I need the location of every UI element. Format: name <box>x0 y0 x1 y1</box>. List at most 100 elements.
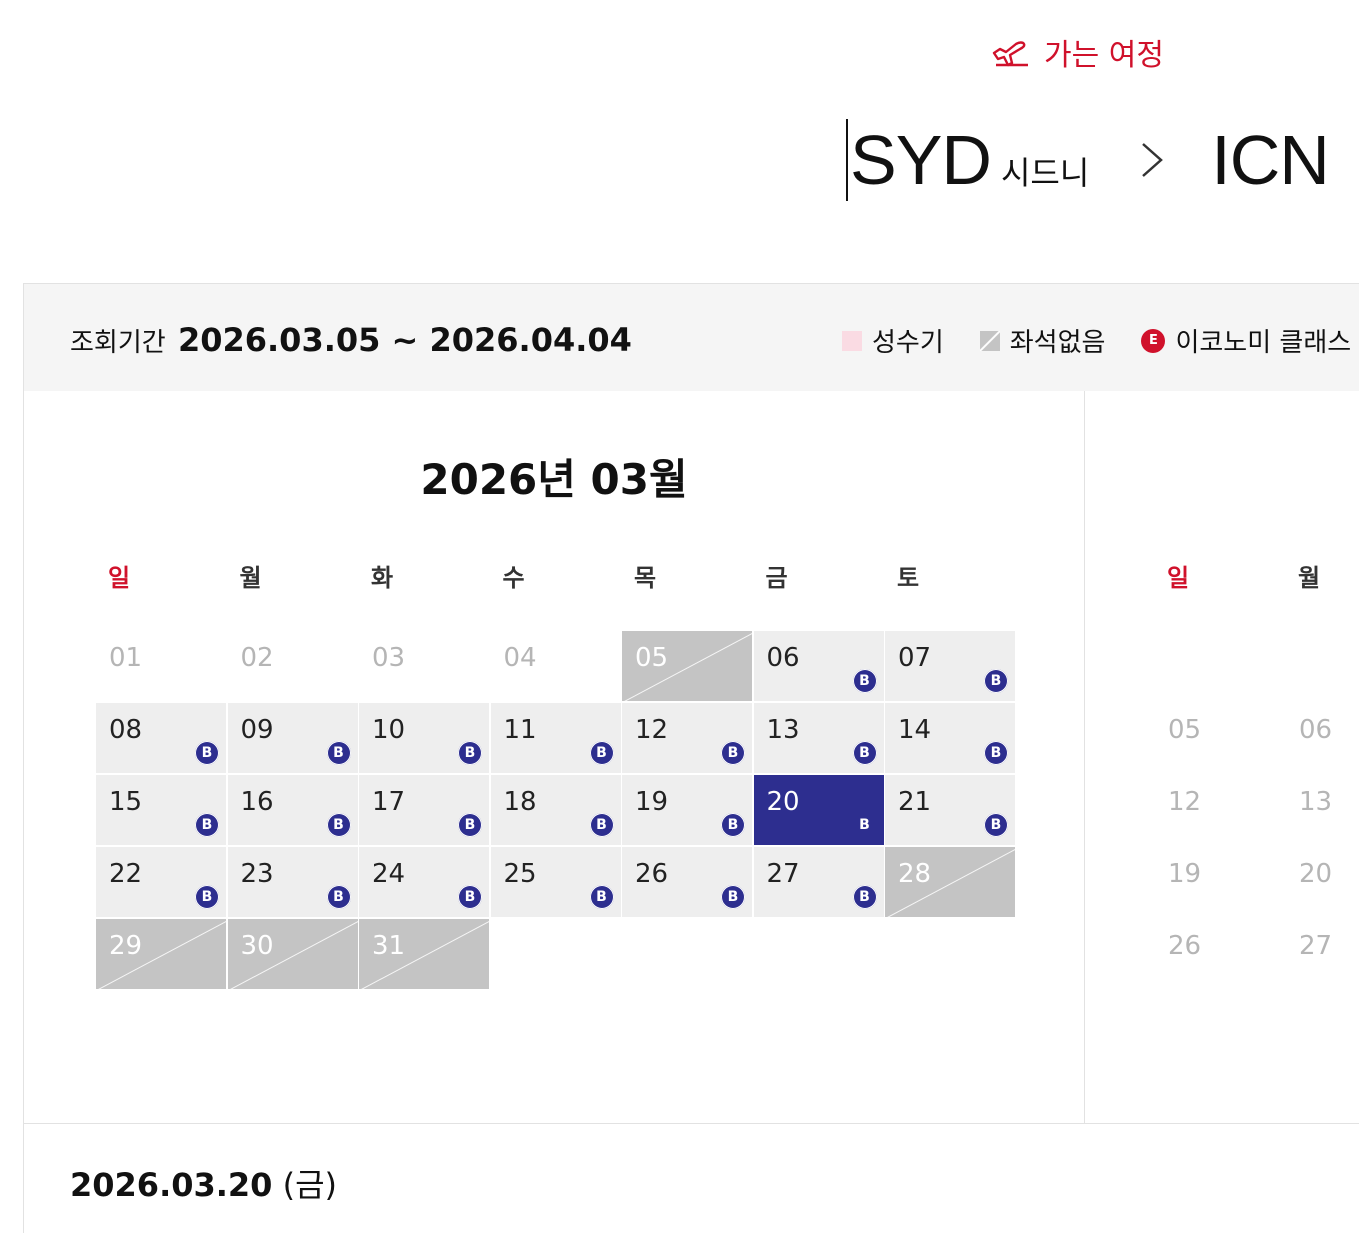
weekday-5: 금 <box>765 564 788 592</box>
legend-economy: E 이코노미 클래스 <box>1141 322 1351 359</box>
next-month-day-20: 20 <box>1299 859 1333 889</box>
calendar-day-09[interactable]: 09 B <box>227 703 358 773</box>
calendar-day-05: 05 <box>622 631 752 701</box>
next-month-day-26: 26 <box>1168 931 1202 961</box>
next-weekday-0: 일 <box>1167 564 1190 592</box>
calendar-day-06[interactable]: 06 B <box>753 631 884 701</box>
next-month-day-06: 06 <box>1299 715 1333 745</box>
weekday-1: 월 <box>239 564 262 592</box>
calendar-day-11[interactable]: 11 B <box>490 703 621 773</box>
calendar-day-26[interactable]: 26 B <box>622 847 752 917</box>
day-number: 05 <box>635 643 669 673</box>
business-badge-icon: B <box>984 813 1008 837</box>
day-number: 08 <box>109 715 143 745</box>
day-number: 31 <box>372 931 406 961</box>
origin-code: SYD <box>850 121 992 199</box>
day-number: 12 <box>635 715 669 745</box>
month-divider <box>1084 391 1085 1123</box>
calendar-day-19[interactable]: 19 B <box>622 775 752 845</box>
day-number: 20 <box>766 787 800 817</box>
no-seat-swatch <box>979 330 1000 351</box>
calendar-day-27[interactable]: 27 B <box>753 847 884 917</box>
day-number: 18 <box>503 787 537 817</box>
business-badge-icon: B <box>458 885 482 909</box>
day-number: 23 <box>240 859 274 889</box>
day-number: 03 <box>372 643 406 673</box>
calendar-panel: 조회기간 2026.03.05 ~ 2026.04.04 성수기 좌석없음 E … <box>23 283 1359 1233</box>
calendar-day-13[interactable]: 13 B <box>753 703 884 773</box>
chevron-right-icon <box>1142 143 1164 177</box>
calendar-panel-header: 조회기간 2026.03.05 ~ 2026.04.04 성수기 좌석없음 E … <box>24 284 1359 391</box>
business-badge-icon: B <box>984 669 1008 693</box>
calendar-day-29: 29 <box>96 919 226 989</box>
day-number: 11 <box>503 715 537 745</box>
business-badge-icon: B <box>984 741 1008 765</box>
business-badge-icon: B <box>721 741 745 765</box>
business-badge-icon: B <box>589 741 614 765</box>
day-number: 15 <box>109 787 143 817</box>
business-badge-icon: B <box>721 885 745 909</box>
business-badge-icon: B <box>326 813 351 837</box>
calendar-day-24[interactable]: 24 B <box>359 847 489 917</box>
calendar-day-30: 30 <box>227 919 358 989</box>
legend-peak-label: 성수기 <box>872 328 944 358</box>
next-month-day-19: 19 <box>1168 859 1202 889</box>
period-label: 조회기간 <box>70 328 166 358</box>
weekday-3: 수 <box>502 564 525 592</box>
economy-badge-icon: E <box>1141 328 1166 353</box>
calendar-day-23[interactable]: 23 B <box>227 847 358 917</box>
calendar-day-08[interactable]: 08 B <box>96 703 226 773</box>
weekday-0: 일 <box>108 564 131 592</box>
day-number: 30 <box>240 931 274 961</box>
day-number: 07 <box>898 643 932 673</box>
legend-no-seat-label: 좌석없음 <box>1009 328 1106 358</box>
business-badge-icon: B <box>589 885 614 909</box>
period-value: 2026.03.05 ~ 2026.04.04 <box>177 321 632 359</box>
business-badge-icon: B <box>721 813 745 837</box>
day-number: 29 <box>109 931 143 961</box>
plane-icon <box>992 41 1028 67</box>
search-period: 조회기간 2026.03.05 ~ 2026.04.04 <box>70 321 632 359</box>
calendar-day-02: 02 <box>228 631 358 701</box>
calendar-day-10[interactable]: 10 B <box>359 703 489 773</box>
weekday-2: 화 <box>371 564 394 592</box>
calendar-day-03: 03 <box>359 631 489 701</box>
day-number: 16 <box>240 787 274 817</box>
business-badge-icon: B <box>326 741 351 765</box>
calendar-day-15[interactable]: 15 B <box>96 775 226 845</box>
legend-economy-label: 이코노미 클래스 <box>1175 328 1352 358</box>
month-title: 2026년 03월 <box>420 455 688 504</box>
calendar-day-07[interactable]: 07 B <box>885 631 1015 701</box>
day-number: 10 <box>372 715 406 745</box>
calendar-day-18[interactable]: 18 B <box>490 775 621 845</box>
calendar-day-17[interactable]: 17 B <box>359 775 489 845</box>
calendar-day-14[interactable]: 14 B <box>885 703 1015 773</box>
day-number: 22 <box>109 859 143 889</box>
journey-header: 가는 여정 <box>990 30 1164 74</box>
calendar-day-22[interactable]: 22 B <box>96 847 226 917</box>
day-number: 13 <box>766 715 800 745</box>
origin-city: 시드니 <box>1000 154 1090 192</box>
day-number: 21 <box>898 787 932 817</box>
weekday-6: 토 <box>897 564 920 592</box>
day-number: 28 <box>898 859 932 889</box>
calendar-day-25[interactable]: 25 B <box>490 847 621 917</box>
next-month-day-13: 13 <box>1299 787 1333 817</box>
day-number: 09 <box>240 715 274 745</box>
selected-date-value: 2026.03.20 <box>70 1166 273 1204</box>
next-month-day-27: 27 <box>1299 931 1333 961</box>
selected-date-weekday: (금) <box>282 1166 338 1204</box>
calendar-day-20[interactable]: 20 B <box>753 775 884 845</box>
business-badge-icon: B <box>589 813 614 837</box>
day-number: 02 <box>240 643 274 673</box>
text-cursor <box>846 119 848 201</box>
business-badge-icon: B <box>458 741 482 765</box>
calendar-day-16[interactable]: 16 B <box>227 775 358 845</box>
business-badge-icon: B <box>326 885 351 909</box>
calendar-day-12[interactable]: 12 B <box>622 703 752 773</box>
next-weekday-1: 월 <box>1298 564 1321 592</box>
selected-date: 2026.03.20 (금) <box>70 1160 337 1206</box>
business-badge-icon: B <box>195 885 219 909</box>
day-number: 14 <box>898 715 932 745</box>
calendar-day-21[interactable]: 21 B <box>885 775 1015 845</box>
